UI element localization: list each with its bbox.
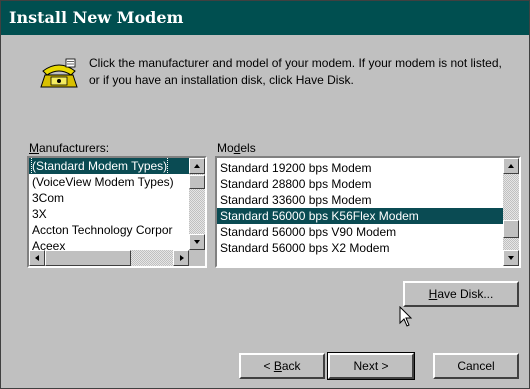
next-button[interactable]: Next > — [327, 352, 415, 380]
manufacturer-item-label: Accton Technology Corpor — [32, 223, 173, 237]
manufacturers-label: Manufacturers: — [29, 141, 110, 155]
title-bar[interactable]: Install New Modem — [1, 1, 529, 35]
models-listbox[interactable]: Standard 19200 bps Modem Standard 28800 b… — [215, 156, 521, 268]
scroll-left-button[interactable] — [29, 250, 45, 266]
horizontal-scroll-thumb[interactable] — [45, 250, 131, 266]
manufacturer-item-label: 3Com — [32, 191, 65, 205]
model-item-label: Standard 19200 bps Modem — [220, 161, 372, 175]
model-list-item[interactable]: Standard 56000 bps K56Flex Modem — [217, 208, 503, 224]
manufacturer-list-item[interactable]: Accton Technology Corpor — [29, 222, 189, 238]
manufacturer-item-label: (Standard Modem Types) — [30, 158, 169, 175]
back-button[interactable]: < Back — [239, 353, 325, 379]
scroll-down-arrow-icon — [508, 256, 514, 260]
manufacturers-vertical-scrollbar[interactable] — [189, 158, 205, 250]
scroll-left-arrow-icon — [35, 255, 39, 261]
models-vertical-scrollbar[interactable] — [503, 158, 519, 266]
manufacturer-item-label: 3X — [32, 207, 47, 221]
instruction-text: Click the manufacturer and model of your… — [89, 55, 519, 89]
scroll-right-arrow-icon — [180, 255, 184, 261]
manufacturers-list-items: (Standard Modem Types) (VoiceView Modem T… — [29, 158, 189, 254]
scroll-right-button[interactable] — [173, 250, 189, 266]
model-list-item[interactable]: Standard 33600 bps Modem — [217, 192, 503, 208]
models-label: Models — [217, 141, 256, 155]
have-disk-button[interactable]: Have Disk... — [403, 281, 519, 307]
manufacturers-listbox[interactable]: (Standard Modem Types) (VoiceView Modem T… — [27, 156, 207, 268]
scroll-down-button[interactable] — [503, 250, 519, 266]
scrollbar-corner — [189, 250, 205, 266]
install-new-modem-dialog: Install New Modem Click the manufacturer… — [0, 0, 530, 389]
manufacturer-list-item[interactable]: (VoiceView Modem Types) — [29, 174, 189, 190]
instruction-line-1: Click the manufacturer and model of your… — [89, 56, 502, 70]
model-list-item[interactable]: Standard 28800 bps Modem — [217, 176, 503, 192]
scroll-down-button[interactable] — [189, 234, 205, 250]
scroll-down-arrow-icon — [194, 240, 200, 244]
model-item-label: Standard 28800 bps Modem — [220, 177, 372, 191]
models-list-items: Standard 19200 bps Modem Standard 28800 b… — [217, 160, 503, 256]
mouse-pointer-icon — [399, 306, 413, 327]
instruction-line-2: or if you have an installation disk, cli… — [89, 73, 354, 87]
scroll-up-arrow-icon — [508, 164, 514, 168]
scroll-up-button[interactable] — [189, 158, 205, 174]
manufacturer-list-item[interactable]: 3Com — [29, 190, 189, 206]
scroll-up-button[interactable] — [503, 158, 519, 174]
model-list-item[interactable]: Standard 56000 bps V90 Modem — [217, 224, 503, 240]
modem-phone-icon — [40, 58, 78, 88]
cancel-button[interactable]: Cancel — [433, 353, 519, 379]
model-item-label: Standard 33600 bps Modem — [220, 193, 372, 207]
scroll-up-arrow-icon — [194, 164, 200, 168]
model-list-item[interactable]: Standard 56000 bps X2 Modem — [217, 240, 503, 256]
manufacturer-list-item[interactable]: (Standard Modem Types) — [29, 158, 189, 175]
model-list-item[interactable]: Standard 19200 bps Modem — [217, 160, 503, 176]
model-item-label: Standard 56000 bps K56Flex Modem — [220, 209, 419, 223]
manufacturer-item-label: (VoiceView Modem Types) — [32, 175, 174, 189]
model-item-label: Standard 56000 bps V90 Modem — [220, 225, 397, 239]
vertical-scroll-thumb[interactable] — [189, 175, 205, 189]
manufacturer-list-item[interactable]: 3X — [29, 206, 189, 222]
manufacturers-horizontal-scrollbar[interactable] — [29, 250, 189, 266]
model-item-label: Standard 56000 bps X2 Modem — [220, 241, 390, 255]
window-title: Install New Modem — [9, 8, 184, 27]
vertical-scroll-thumb[interactable] — [503, 220, 519, 238]
